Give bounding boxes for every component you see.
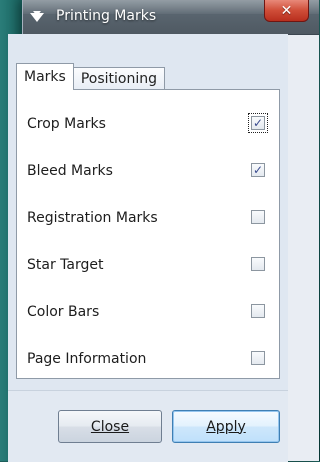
apply-button[interactable]: Apply	[172, 410, 280, 443]
apply-button-label: Apply	[206, 418, 246, 435]
marks-panel: Crop Marks ✓ Bleed Marks ✓ Registration …	[16, 89, 280, 379]
bleed-marks-checkbox[interactable]: ✓	[251, 163, 265, 177]
page-information-checkbox[interactable]	[251, 351, 265, 365]
registration-marks-label: Registration Marks	[27, 210, 158, 226]
color-bars-label: Color Bars	[27, 304, 100, 320]
tab-strip: Marks Positioning	[16, 63, 165, 90]
mark-row-crop: Crop Marks ✓	[17, 108, 279, 142]
printer-marks-icon	[30, 11, 44, 22]
color-bars-checkbox[interactable]	[251, 304, 265, 318]
mark-row-bleed: Bleed Marks ✓	[17, 155, 279, 189]
registration-marks-checkbox[interactable]	[251, 210, 265, 224]
close-window-button[interactable]: ✕	[264, 0, 309, 22]
star-target-checkbox[interactable]	[251, 257, 265, 271]
window-title: Printing Marks	[56, 8, 157, 24]
page-information-label: Page Information	[27, 351, 147, 367]
bleed-marks-label: Bleed Marks	[27, 163, 113, 179]
close-button-label: Close	[90, 418, 130, 435]
crop-marks-checkbox[interactable]: ✓	[248, 113, 268, 133]
mark-row-star-target: Star Target	[17, 249, 279, 283]
close-button[interactable]: Close	[58, 410, 162, 443]
close-icon: ✕	[280, 2, 293, 19]
mark-row-page-information: Page Information	[17, 343, 279, 377]
mark-row-registration: Registration Marks	[17, 202, 279, 236]
mark-row-color-bars: Color Bars	[17, 296, 279, 330]
star-target-label: Star Target	[27, 257, 104, 273]
tab-positioning[interactable]: Positioning	[72, 67, 165, 90]
title-bar[interactable]: Printing Marks ✕	[23, 0, 319, 35]
tab-marks[interactable]: Marks	[16, 63, 74, 90]
dialog-footer: Close Apply	[8, 390, 288, 462]
crop-marks-label: Crop Marks	[27, 116, 106, 132]
